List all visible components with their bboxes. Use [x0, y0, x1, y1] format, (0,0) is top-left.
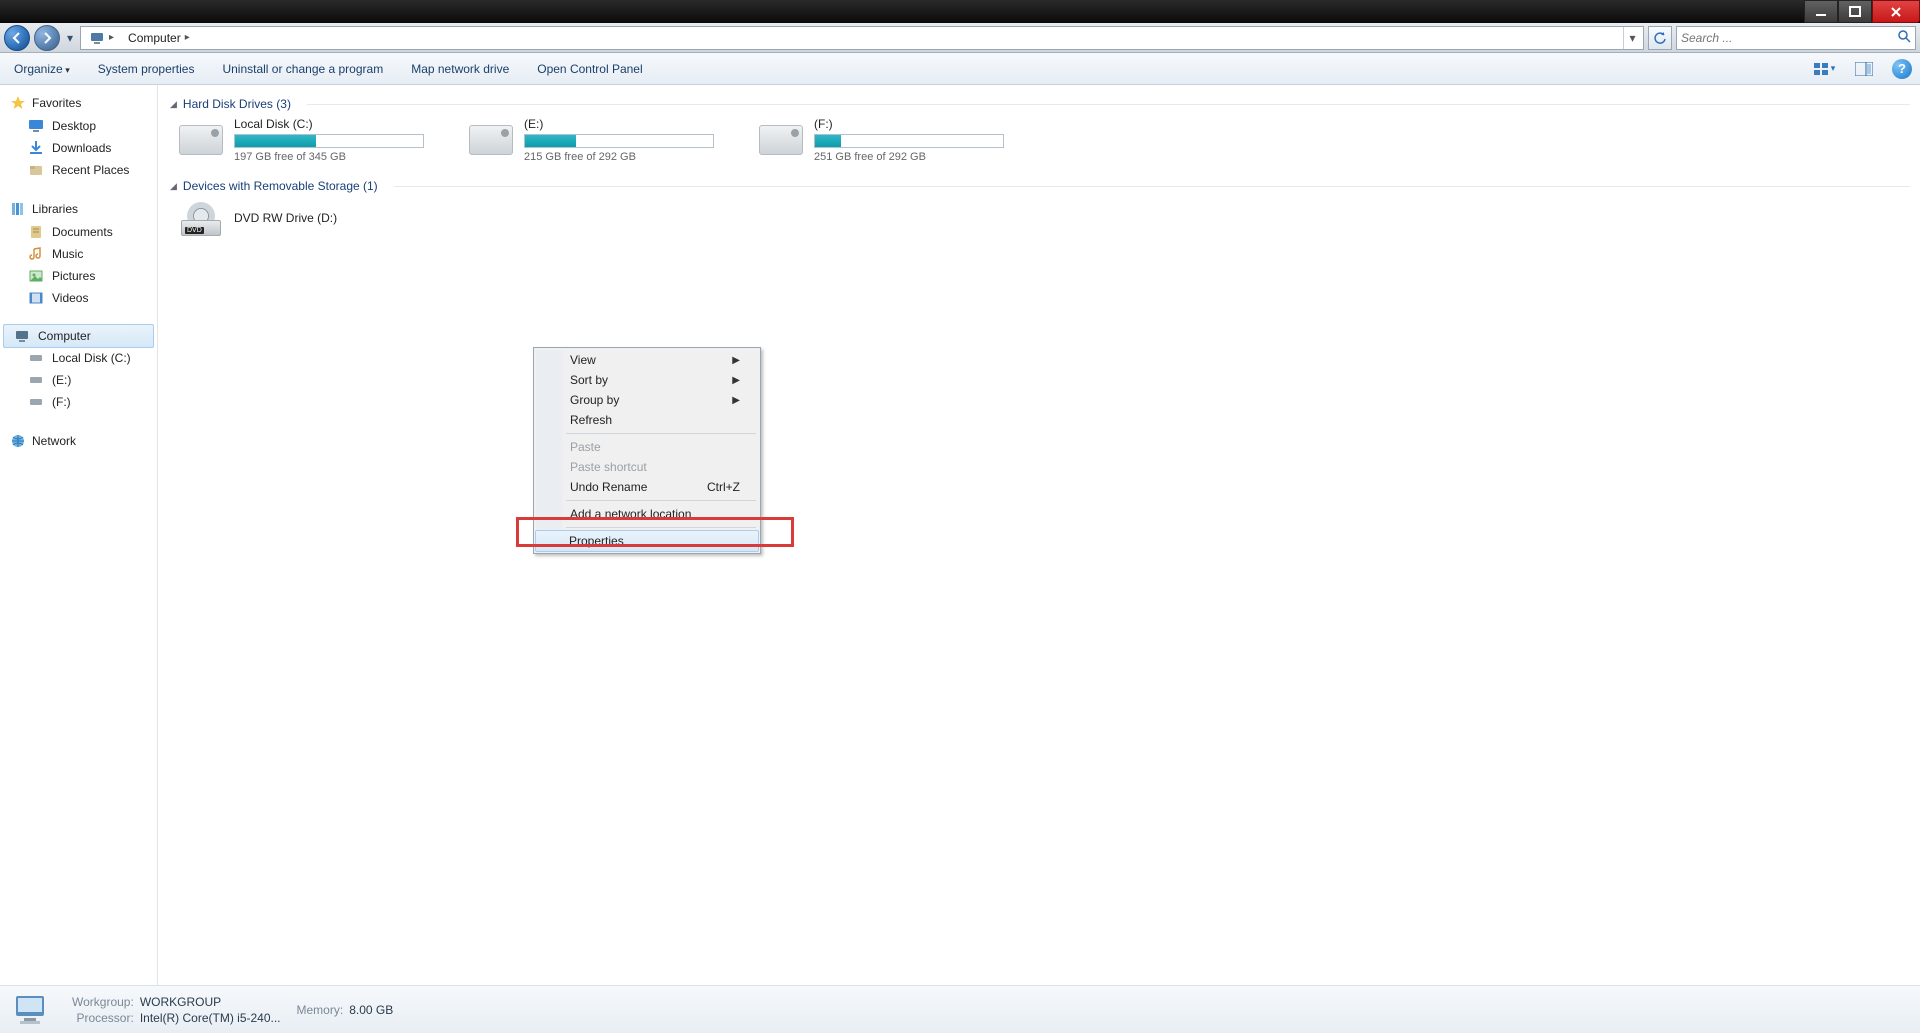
documents-icon	[28, 224, 44, 240]
open-control-panel-button[interactable]: Open Control Panel	[531, 58, 648, 80]
breadcrumb-computer[interactable]: Computer ▸	[122, 27, 196, 49]
help-button[interactable]: ?	[1892, 59, 1912, 79]
hdd-icon	[758, 120, 804, 160]
computer-large-icon	[12, 992, 56, 1028]
ctx-sort-by[interactable]: Sort by▶	[536, 370, 758, 390]
drive-f[interactable]: (F:) 251 GB free of 292 GB	[758, 117, 1018, 163]
search-box[interactable]	[1676, 26, 1916, 50]
hdd-icon	[178, 120, 224, 160]
window-maximize-button[interactable]	[1838, 0, 1872, 23]
navigation-pane: Favorites Desktop Downloads Recent Place…	[0, 85, 158, 985]
usage-bar	[524, 134, 714, 148]
ctx-paste: Paste	[536, 437, 758, 457]
videos-icon	[28, 290, 44, 306]
submenu-arrow-icon: ▶	[732, 375, 740, 386]
ctx-properties[interactable]: Properties	[535, 530, 759, 552]
view-icon	[1813, 61, 1829, 77]
section-removable-header[interactable]: ◢ Devices with Removable Storage (1)	[170, 179, 1910, 193]
sidebar-item-drive-f[interactable]: (F:)	[0, 391, 157, 413]
window-close-button[interactable]	[1872, 0, 1920, 23]
change-view-button[interactable]: ▾	[1812, 57, 1836, 81]
command-toolbar: Organize System properties Uninstall or …	[0, 53, 1920, 85]
drive-c[interactable]: Local Disk (C:) 197 GB free of 345 GB	[178, 117, 438, 163]
pictures-icon	[28, 268, 44, 284]
sidebar-libraries-header[interactable]: Libraries	[0, 197, 157, 221]
nav-forward-button[interactable]	[34, 25, 60, 51]
sidebar-favorites-header[interactable]: Favorites	[0, 91, 157, 115]
download-icon	[28, 140, 44, 156]
desktop-icon	[28, 118, 44, 134]
dvd-drive-d[interactable]: DVD DVD RW Drive (D:)	[178, 199, 438, 239]
collapse-icon: ◢	[170, 181, 177, 192]
map-network-drive-button[interactable]: Map network drive	[405, 58, 515, 80]
computer-icon	[14, 328, 30, 344]
recent-icon	[28, 162, 44, 178]
hdd-icon	[468, 120, 514, 160]
ctx-view[interactable]: View▶	[536, 350, 758, 370]
sidebar-item-drive-e[interactable]: (E:)	[0, 369, 157, 391]
ctx-undo-rename[interactable]: Undo RenameCtrl+Z	[536, 477, 758, 497]
section-hdd-header[interactable]: ◢ Hard Disk Drives (3)	[170, 97, 1910, 111]
sidebar-item-documents[interactable]: Documents	[0, 221, 157, 243]
dvd-icon: DVD	[178, 199, 224, 239]
usage-bar	[234, 134, 424, 148]
sidebar-item-pictures[interactable]: Pictures	[0, 265, 157, 287]
system-properties-button[interactable]: System properties	[92, 58, 201, 80]
details-pane: Workgroup:WORKGROUP Processor:Intel(R) C…	[0, 985, 1920, 1033]
refresh-button[interactable]	[1648, 26, 1672, 50]
breadcrumb-dropdown[interactable]: ▾	[1623, 27, 1641, 49]
search-icon	[1897, 29, 1911, 46]
window-minimize-button[interactable]	[1804, 0, 1838, 23]
preview-pane-button[interactable]	[1852, 57, 1876, 81]
network-icon	[10, 433, 26, 449]
sidebar-item-videos[interactable]: Videos	[0, 287, 157, 309]
context-menu: View▶ Sort by▶ Group by▶ Refresh Paste P…	[533, 347, 761, 554]
nav-back-button[interactable]	[4, 25, 30, 51]
status-details-2: Memory:8.00 GB	[297, 1003, 394, 1017]
drive-icon	[28, 394, 44, 410]
submenu-arrow-icon: ▶	[732, 355, 740, 366]
sidebar-item-computer[interactable]: Computer	[3, 324, 154, 348]
ctx-group-by[interactable]: Group by▶	[536, 390, 758, 410]
drive-icon	[28, 350, 44, 366]
breadcrumb-root[interactable]: ▸	[83, 27, 120, 49]
sidebar-network-header[interactable]: Network	[0, 429, 157, 453]
organize-menu[interactable]: Organize	[8, 58, 76, 80]
sidebar-item-music[interactable]: Music	[0, 243, 157, 265]
content-pane[interactable]: ◢ Hard Disk Drives (3) Local Disk (C:) 1…	[158, 85, 1920, 985]
ctx-add-network-location[interactable]: Add a network location	[536, 504, 758, 524]
sidebar-item-desktop[interactable]: Desktop	[0, 115, 157, 137]
search-input[interactable]	[1681, 31, 1897, 45]
computer-icon	[89, 30, 105, 46]
usage-bar	[814, 134, 1004, 148]
ctx-refresh[interactable]: Refresh	[536, 410, 758, 430]
sidebar-item-downloads[interactable]: Downloads	[0, 137, 157, 159]
window-titlebar	[0, 0, 1920, 23]
address-bar: ▾ ▸ Computer ▸ ▾	[0, 23, 1920, 53]
breadcrumb[interactable]: ▸ Computer ▸ ▾	[80, 26, 1644, 50]
status-details: Workgroup:WORKGROUP Processor:Intel(R) C…	[72, 995, 281, 1025]
sidebar-item-recent-places[interactable]: Recent Places	[0, 159, 157, 181]
nav-history-dropdown[interactable]: ▾	[64, 26, 76, 50]
music-icon	[28, 246, 44, 262]
drive-e[interactable]: (E:) 215 GB free of 292 GB	[468, 117, 728, 163]
collapse-icon: ◢	[170, 99, 177, 110]
refresh-icon	[1653, 31, 1667, 45]
drive-icon	[28, 372, 44, 388]
sidebar-item-drive-c[interactable]: Local Disk (C:)	[0, 347, 157, 369]
star-icon	[10, 95, 26, 111]
uninstall-program-button[interactable]: Uninstall or change a program	[216, 58, 389, 80]
libraries-icon	[10, 201, 26, 217]
submenu-arrow-icon: ▶	[732, 395, 740, 406]
ctx-paste-shortcut: Paste shortcut	[536, 457, 758, 477]
preview-pane-icon	[1855, 62, 1873, 76]
